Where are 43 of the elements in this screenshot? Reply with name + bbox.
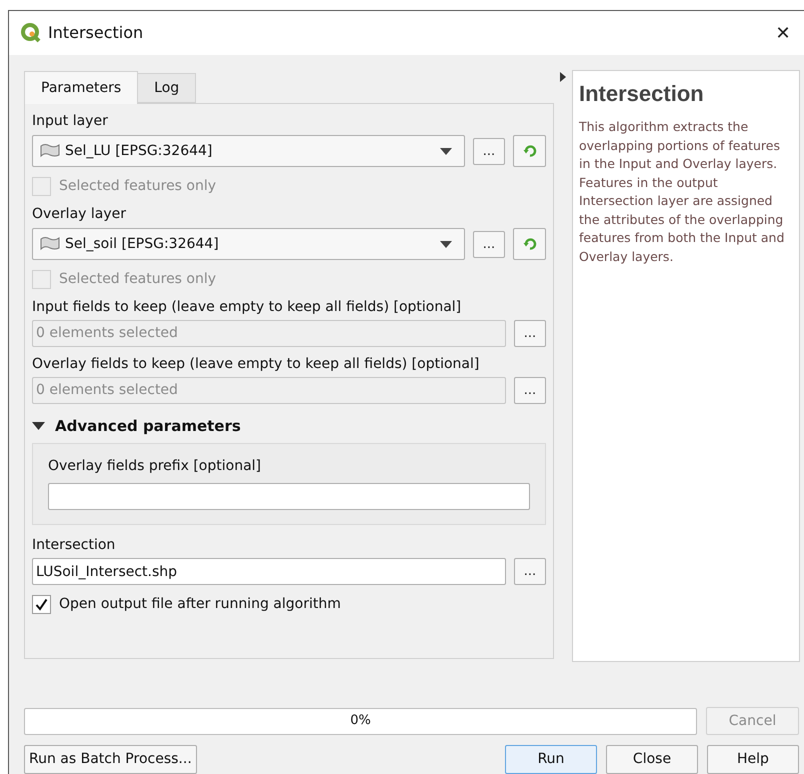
field-label: Input fields to keep (leave empty to keep all fields) [optional] — [32, 298, 462, 317]
field-label: Input layer — [32, 112, 109, 131]
checkbox-label: Open output file after running algorithm — [59, 594, 341, 614]
polygon-layer-icon — [39, 143, 61, 159]
polygon-layer-icon — [39, 236, 61, 252]
refresh-button[interactable] — [513, 135, 546, 167]
window-title: Intersection — [48, 22, 144, 44]
browse-button[interactable]: ... — [514, 377, 546, 404]
dialog-button[interactable]: Run as Batch Process... — [24, 745, 197, 774]
browse-button[interactable]: ... — [514, 320, 546, 347]
help-text: This algorithm extracts the overlapping portions of features in the Input and Overlay layers. Features in the output Intersection layer are assigned the attributes of the overlapping features from both the Input and Overlay layers. — [579, 118, 786, 266]
dropdown-caret-icon — [440, 148, 452, 154]
dialog-button[interactable]: Close — [606, 745, 698, 774]
close-button[interactable]: ✕ — [768, 18, 798, 48]
refresh-icon — [522, 143, 538, 159]
layer-dropdown[interactable]: Sel_soil [EPSG:32644] — [32, 228, 465, 260]
dialog-button[interactable]: Run — [505, 745, 597, 774]
dialog-button[interactable]: Help — [707, 745, 799, 774]
app-logo-icon — [20, 22, 42, 44]
input-field[interactable] — [48, 483, 530, 510]
collapse-caret-icon — [32, 422, 45, 430]
checkbox[interactable] — [32, 594, 51, 614]
help-title: Intersection — [579, 80, 705, 108]
browse-button[interactable]: ... — [514, 558, 546, 585]
checkmark-icon — [35, 598, 48, 610]
refresh-icon — [522, 236, 538, 252]
checkbox-label: Selected features only — [59, 270, 216, 288]
browse-button[interactable]: ... — [473, 138, 505, 164]
layer-dropdown[interactable]: Sel_LU [EPSG:32644] — [32, 135, 465, 167]
refresh-button[interactable] — [513, 228, 546, 260]
field-label: Intersection — [32, 536, 116, 555]
dropdown-caret-icon — [440, 240, 452, 248]
output-file-field[interactable]: LUSoil_Intersect.shp — [32, 558, 506, 585]
checkbox-label: Selected features only — [59, 176, 216, 196]
tab[interactable]: Log — [137, 73, 196, 103]
browse-button[interactable]: ... — [473, 230, 505, 258]
tab[interactable]: Parameters — [24, 71, 138, 104]
field-label: Overlay layer — [32, 205, 128, 224]
progress-reading: 0% — [350, 712, 371, 730]
collapse-arrow-icon[interactable] — [560, 72, 566, 82]
field-label: Overlay fields prefix [optional] — [48, 457, 262, 476]
advanced-toggle[interactable]: Advanced parameters — [32, 414, 241, 438]
field-label: Overlay fields to keep (leave empty to keep all fields) [optional] — [32, 355, 480, 374]
